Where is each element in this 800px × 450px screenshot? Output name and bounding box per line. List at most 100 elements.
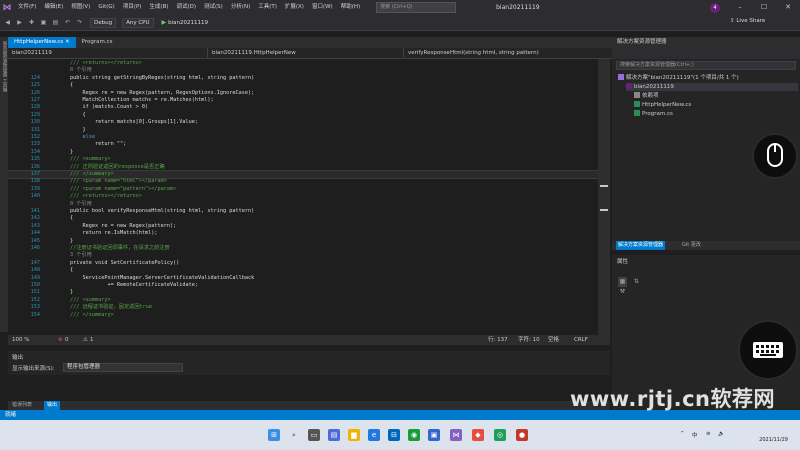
code-line[interactable]: 130 return matchs[0].Groups[1].Value; xyxy=(8,119,598,126)
code-line[interactable]: 146//注册证书验证回调事件，在请求之前注册 xyxy=(8,245,598,252)
back-icon[interactable]: ◀ xyxy=(3,18,12,28)
search-input[interactable]: 搜索 (Ctrl+Q) xyxy=(376,2,457,13)
nav-class-dropdown[interactable]: bian20211119.HttpHelperNew xyxy=(208,48,404,59)
save-all-icon[interactable]: ▤ xyxy=(51,18,60,28)
menu-item[interactable]: 项目(P) xyxy=(119,0,146,15)
menu-item[interactable]: 窗口(W) xyxy=(308,0,337,15)
menu-item[interactable]: 调试(D) xyxy=(173,0,201,15)
wrench-icon[interactable]: ⚒ xyxy=(618,287,627,297)
maximize-icon[interactable]: ☐ xyxy=(752,0,776,15)
code-line[interactable]: 144 return re.IsMatch(html); xyxy=(8,230,598,237)
tab-httphelpernew[interactable]: HttpHelperNew.cs ✕ xyxy=(8,37,76,48)
menu-item[interactable]: 分析(N) xyxy=(227,0,254,15)
code-line[interactable]: 125 { xyxy=(8,82,598,89)
code-line[interactable]: 148 { xyxy=(8,267,598,274)
categorized-icon[interactable]: ▦ xyxy=(618,277,627,287)
keyboard-mode-button[interactable] xyxy=(738,320,798,380)
tree-node[interactable]: 解决方案"bian20211119"(1 个项目/共 1 个) xyxy=(618,74,798,82)
tab-solution-explorer[interactable]: 解决方案资源管理器 xyxy=(616,241,666,250)
nav-member-dropdown[interactable]: verifyResponseHtml(string html, string p… xyxy=(404,48,612,59)
live-share-button[interactable]: ⇪ Live Share xyxy=(730,18,765,24)
chrome-icon[interactable]: ◉ xyxy=(408,429,420,441)
save-icon[interactable]: ▣ xyxy=(39,18,48,28)
code-line[interactable]: 127 MatchCollection matchs = re.Matches(… xyxy=(8,97,598,104)
menu-item[interactable]: 生成(B) xyxy=(145,0,172,15)
task-view-icon[interactable]: ▭ xyxy=(308,429,320,441)
error-count[interactable]: 0 xyxy=(65,335,69,345)
tree-node[interactable]: Program.cs xyxy=(634,110,798,118)
code-line[interactable]: 136 /// 正则验证返回的response是否正确 xyxy=(8,164,598,171)
code-editor[interactable]: /// <returns></returns> 0 个引用 124 public st… xyxy=(8,59,598,335)
minimize-icon[interactable]: – xyxy=(728,0,752,15)
char-number[interactable]: 字符: 10 xyxy=(518,335,540,345)
menu-item[interactable]: 工具(T) xyxy=(254,0,281,15)
indent-mode[interactable]: 空格 xyxy=(548,335,559,345)
code-line[interactable]: 154 /// </summary> xyxy=(8,312,598,319)
code-line[interactable]: 145} xyxy=(8,238,598,245)
volume-icon[interactable]: 🔈 xyxy=(718,431,725,437)
warning-count[interactable]: 1 xyxy=(90,335,94,345)
start-icon[interactable]: ⊞ xyxy=(268,429,280,441)
code-line[interactable]: 132 else xyxy=(8,134,598,141)
redo-icon[interactable]: ↷ xyxy=(75,18,84,28)
code-line[interactable]: 140 /// <returns></returns> xyxy=(8,193,598,200)
configuration-select[interactable]: Debug xyxy=(90,17,117,28)
code-line[interactable]: 135 /// <summary> xyxy=(8,156,598,163)
run-target-button[interactable]: bian20211119 xyxy=(168,20,208,26)
code-line[interactable]: 133 return ""; xyxy=(8,141,598,148)
code-line[interactable]: 134} xyxy=(8,149,598,156)
code-line[interactable]: 153 /// 远程证书验证，固定返回true xyxy=(8,304,598,311)
solution-search-input[interactable]: 搜索解决方案资源管理器(Ctrl+;) xyxy=(616,61,796,70)
visual-studio-taskbar-icon[interactable]: ⋈ xyxy=(450,429,462,441)
start-debugging-icon[interactable]: ▶ xyxy=(162,19,167,26)
menu-item[interactable]: 文件(F) xyxy=(14,0,40,15)
app-icon-orange[interactable]: ● xyxy=(516,429,528,441)
tray-overflow-icon[interactable]: ⌃ xyxy=(680,431,685,437)
mouse-mode-button[interactable] xyxy=(752,133,798,179)
tab-git-changes[interactable]: Git 更改 xyxy=(682,241,701,250)
code-line[interactable]: 149 ServicePointManager.ServerCertificat… xyxy=(8,275,598,282)
code-line[interactable]: 147 private void SetCertificatePolicy() xyxy=(8,260,598,267)
code-line[interactable]: 150 += RemoteCertificateValidate; xyxy=(8,282,598,289)
code-line[interactable]: 139 /// <param name="pattern"></param> xyxy=(8,186,598,193)
code-line[interactable]: 0 个引用 xyxy=(8,67,598,74)
code-line[interactable]: 131 } xyxy=(8,127,598,134)
code-line[interactable]: 126 Regex re = new Regex(pattern, RegexO… xyxy=(8,90,598,97)
alphabetical-icon[interactable]: ⇅ xyxy=(632,277,641,287)
output-text-area[interactable] xyxy=(8,375,610,401)
code-line[interactable]: 151} xyxy=(8,289,598,296)
menu-item[interactable]: Git(G) xyxy=(94,0,119,15)
menu-item[interactable]: 视图(V) xyxy=(67,0,94,15)
output-source-select[interactable]: 程序包管理器 xyxy=(63,363,183,372)
undo-icon[interactable]: ↶ xyxy=(63,18,72,28)
zoom-level[interactable]: 100 % xyxy=(12,335,29,345)
tray-language[interactable]: 中 xyxy=(692,431,698,439)
menu-item[interactable]: 测试(S) xyxy=(200,0,227,15)
app-icon-blue[interactable]: ▣ xyxy=(428,429,440,441)
file-explorer-icon[interactable]: ▆ xyxy=(348,429,360,441)
new-item-icon[interactable]: ✚ xyxy=(27,18,36,28)
editor-vertical-scrollbar[interactable] xyxy=(598,59,610,335)
wifi-icon[interactable]: ≋ xyxy=(706,431,711,437)
tab-output[interactable]: 输出 xyxy=(44,401,61,410)
code-line[interactable]: 141 public bool verifyResponseHtml(string… xyxy=(8,208,598,215)
code-line[interactable]: 137 /// </summary> xyxy=(8,169,598,180)
left-rail-label[interactable]: 服务器资源管理器 工具箱 xyxy=(1,41,7,92)
code-line[interactable]: /// <returns></returns> xyxy=(8,60,598,67)
menu-item[interactable]: 编辑(E) xyxy=(40,0,67,15)
code-line[interactable]: 143 Regex re = new Regex(pattern); xyxy=(8,223,598,230)
search-icon[interactable]: ⌕ xyxy=(288,429,300,441)
close-icon[interactable]: ✕ xyxy=(776,0,800,15)
menu-item[interactable]: 扩展(X) xyxy=(281,0,308,15)
code-line[interactable]: 142 { xyxy=(8,215,598,222)
code-line[interactable]: 138 /// <param name="html"></param> xyxy=(8,178,598,185)
wechat-icon[interactable]: ◎ xyxy=(494,429,506,441)
line-number[interactable]: 行: 137 xyxy=(488,335,508,345)
edge-browser-icon[interactable]: e xyxy=(368,429,380,441)
tab-error-list[interactable]: 错误列表 xyxy=(12,401,32,410)
nav-project-dropdown[interactable]: bian20211119 xyxy=(8,48,208,59)
code-line[interactable]: 3 个引用 xyxy=(8,252,598,259)
tab-program[interactable]: Program.cs xyxy=(76,37,119,48)
code-line[interactable]: 129 { xyxy=(8,112,598,119)
code-line[interactable]: 124 public string getStringByRegex(string… xyxy=(8,75,598,82)
